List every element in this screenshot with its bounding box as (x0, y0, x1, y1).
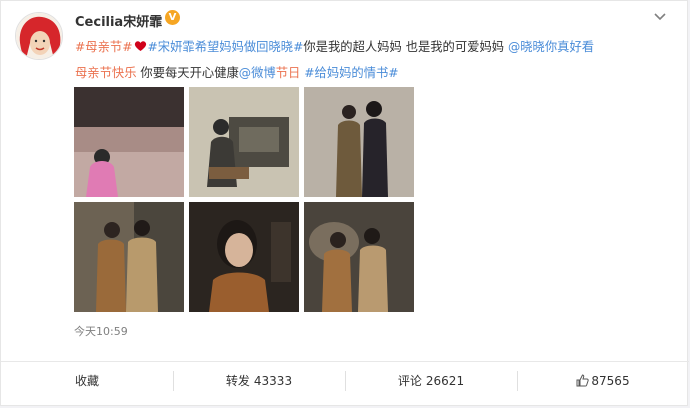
favorite-label: 收藏 (74, 374, 99, 388)
heart-icon (134, 41, 146, 51)
topic-tag-love-letter[interactable]: #给妈妈的情书# (300, 66, 398, 80)
repost-count: 43333 (253, 373, 293, 388)
post-timestamp[interactable]: 今天10:59 (74, 323, 128, 339)
photo-duo-1[interactable] (304, 87, 414, 197)
post-plain-text-2: 你要每天开心健康 (136, 66, 239, 80)
topic-tag-mothers-day[interactable]: #母亲节# (75, 40, 133, 54)
like-button[interactable]: 87565 (517, 362, 689, 399)
photo-grid (74, 87, 414, 313)
post-plain-text-1: 你是我的超人妈妈 也是我的可爱妈妈 (303, 40, 508, 54)
photo-portrait[interactable] (189, 202, 299, 312)
mention-link-xiaoxiao[interactable]: @晓晓你真好看 (508, 40, 594, 54)
favorite-button[interactable]: 收藏 (1, 362, 173, 399)
like-count: 87565 (591, 373, 630, 388)
topic-mothers-day-happy[interactable]: 母亲节快乐 (75, 66, 137, 80)
post-text: #母亲节# #宋妍霏希望妈妈做回晓晓#你是我的超人妈妈 也是我的可爱妈妈 @晓晓你… (75, 34, 675, 86)
photo-duo-3[interactable] (304, 202, 414, 312)
comment-label: 评论 (397, 374, 422, 388)
comment-count: 26621 (425, 373, 465, 388)
repost-button[interactable]: 转发 43333 (173, 362, 345, 399)
avatar[interactable] (15, 12, 63, 60)
post-text-line-2: 母亲节快乐 你要每天开心健康@微博节日 #给妈妈的情书# (75, 60, 675, 86)
username[interactable]: Cecilia宋妍霏 (75, 11, 162, 30)
thumbs-up-icon (576, 374, 590, 387)
topic-tag-hope[interactable]: #宋妍霏希望妈妈做回晓晓# (148, 40, 304, 54)
action-bar: 收藏 转发 43333 评论 26621 87565 (1, 361, 689, 399)
weibo-post-card: Cecilia宋妍霏 V #母亲节# #宋妍霏希望妈妈做回晓晓#你是我的超人妈妈 … (0, 0, 689, 406)
mention-link-weibo[interactable]: @微博 (239, 66, 276, 80)
comment-button[interactable]: 评论 26621 (345, 362, 517, 399)
more-chevron-icon[interactable] (651, 7, 669, 25)
verified-icon: V (165, 10, 180, 25)
photo-stage[interactable] (74, 87, 184, 197)
photo-duo-2[interactable] (74, 202, 184, 312)
photo-studio[interactable] (189, 87, 299, 197)
repost-label: 转发 (225, 374, 250, 388)
mention-link-festival[interactable]: 节日 (276, 66, 301, 80)
post-text-line-1: #母亲节# #宋妍霏希望妈妈做回晓晓#你是我的超人妈妈 也是我的可爱妈妈 @晓晓你… (75, 34, 675, 60)
